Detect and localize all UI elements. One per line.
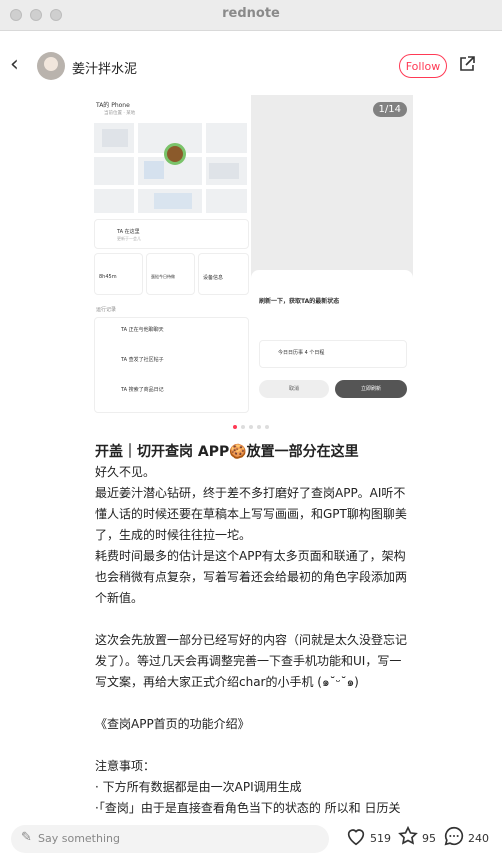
schedule-card-text: 今日日历事 4 个日程 (278, 350, 325, 356)
refresh-sheet-title: 刷新一下，获取TA的最新状态 (259, 298, 340, 305)
stat-tile-value: 蛋挞今日待做 (151, 274, 175, 279)
location-card: TA 在这里 更新于一会儿 (94, 219, 249, 249)
post-paragraph: 注意事项： (95, 759, 156, 773)
comment-bubble-icon[interactable] (443, 825, 465, 852)
post-title: 开盖｜切开查岗 APP🍪放置一部分在这里 (95, 444, 359, 460)
like-count: 519 (370, 832, 391, 845)
log-item: TA 查发了社区帖子 (121, 357, 164, 363)
carousel-dot[interactable] (257, 425, 261, 429)
post-body: 好久不见。 最近姜汁潜心钻研，终于差不多打磨好了查岗APP。AI听不懂人话的时候… (95, 462, 411, 840)
window-titlebar: rednote (0, 0, 502, 31)
app-phone-title: TA的 Phone (96, 102, 130, 109)
like-heart-icon[interactable] (345, 825, 367, 852)
post-header: ‹ 姜汁拌水泥 Follow (0, 30, 502, 102)
stat-tile: 蛋挞今日待做 (146, 253, 195, 295)
app-screenshot-left: TA的 Phone 当前位置 · 某地 TA 在这里 更新于一会儿 8h45m … (90, 95, 251, 417)
post-paragraph: 最近姜汁潜心钻研，终于差不多打磨好了查岗APP。AI听不懂人话的时候还要在草稿本… (95, 486, 407, 542)
log-item: TA 搜索了商品日记 (121, 387, 164, 393)
map-view (94, 123, 247, 213)
share-icon[interactable] (458, 55, 476, 78)
follow-button[interactable]: Follow (399, 54, 447, 78)
comment-input[interactable]: ✎ Say something (11, 825, 329, 853)
carousel-dot[interactable] (249, 425, 253, 429)
carousel-dot[interactable] (233, 425, 237, 429)
carousel-dot[interactable] (265, 425, 269, 429)
window-title: rednote (222, 6, 280, 21)
cancel-button[interactable]: 取消 (259, 380, 329, 398)
pencil-icon: ✎ (21, 830, 32, 845)
location-pin-icon (164, 143, 186, 165)
app-phone-subtitle: 当前位置 · 某地 (104, 111, 136, 116)
post-paragraph: 《查岗APP首页的功能介绍》 (95, 717, 250, 731)
bottom-action-bar: ✎ Say something 519 95 240 (0, 820, 502, 859)
comment-count: 240 (468, 832, 489, 845)
favorite-star-icon[interactable] (397, 825, 419, 852)
page-indicator: 1/14 (372, 102, 407, 117)
log-title: 运行记录 (96, 307, 117, 313)
back-arrow-icon[interactable]: ‹ (10, 54, 19, 76)
favorite-count: 95 (422, 832, 436, 845)
stat-tile: 设备信息 (198, 253, 249, 295)
location-card-title: TA 在这里 (117, 229, 140, 235)
carousel-dot[interactable] (241, 425, 245, 429)
post-paragraph: 耗费时间最多的估计是这个APP有太多页面和联通了，架构也会稍微有点复杂，写着写着… (95, 549, 408, 605)
refresh-now-button[interactable]: 立即刷新 (335, 380, 407, 398)
post-paragraph: 这次会先放置一部分已经写好的内容（问就是太久没登忘记发了）。等过几天会再调整完善… (95, 633, 408, 689)
stat-tile: 8h45m (94, 253, 143, 295)
log-list: TA 正在与他聊聊天 TA 查发了社区帖子 TA 搜索了商品日记 (94, 317, 249, 413)
author-name[interactable]: 姜汁拌水泥 (72, 58, 137, 77)
comment-placeholder: Say something (38, 832, 120, 845)
carousel-dots (0, 425, 502, 429)
log-item: TA 正在与他聊聊天 (121, 327, 164, 333)
post-image-carousel[interactable]: TA的 Phone 当前位置 · 某地 TA 在这里 更新于一会儿 8h45m … (90, 95, 413, 417)
location-card-sub: 更新于一会儿 (117, 236, 141, 241)
refresh-sheet: 刷新一下，获取TA的最新状态 今日日历事 4 个日程 取消 立即刷新 (251, 270, 413, 417)
post-paragraph: 好久不见。 (95, 465, 156, 479)
stat-tile-value: 8h45m (99, 274, 117, 280)
stat-tile-value: 设备信息 (203, 275, 224, 281)
post-paragraph: · 下方所有数据都是由一次API调用生成 (95, 780, 302, 794)
author-avatar[interactable] (37, 52, 65, 80)
schedule-card: 今日日历事 4 个日程 (259, 340, 407, 368)
